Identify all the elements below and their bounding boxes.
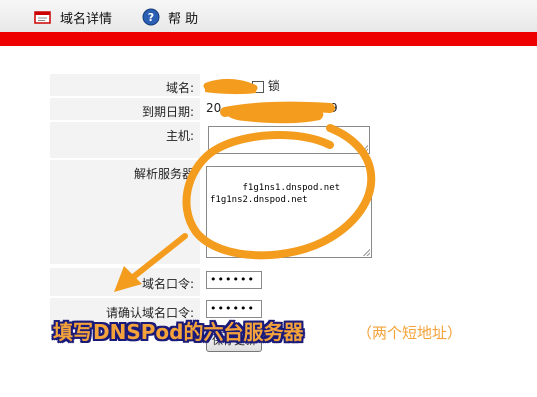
- domain-details-label: 域名详情: [60, 11, 113, 27]
- expire-label: 到期日期:: [50, 98, 200, 120]
- help-label: 帮 助: [168, 11, 199, 27]
- domain-details-icon: [34, 11, 51, 24]
- domain-label: 域名:: [50, 74, 200, 96]
- row-password: 域名口令: ••••••: [50, 268, 400, 296]
- dns-resize-grip[interactable]: [363, 249, 370, 256]
- host-label: 主机:: [50, 122, 200, 158]
- lock-checkbox[interactable]: [252, 80, 264, 93]
- host-resize-grip[interactable]: [361, 145, 368, 152]
- dns-servers-textarea[interactable]: f1g1ns1.dnspod.net f1g1ns2.dnspod.net: [206, 166, 372, 258]
- row-dns: 解析服务器 f1g1ns1.dnspod.net f1g1ns2.dnspod.…: [50, 160, 400, 264]
- annotation-main-text: 填写DNSPod的六台服务器: [53, 320, 304, 344]
- dns-servers-value: f1g1ns1.dnspod.net f1g1ns2.dnspod.net: [210, 183, 341, 205]
- password-label: 域名口令:: [50, 268, 200, 296]
- top-toolbar: 域名详情 ? 帮 助: [0, 0, 537, 33]
- red-banner-bar: [0, 32, 537, 46]
- expire-value-start: 20: [206, 101, 222, 115]
- expire-value-end: 9: [330, 101, 338, 115]
- lock-option[interactable]: 锁: [250, 77, 280, 94]
- row-domain: 域名: 锁: [50, 74, 400, 96]
- help-button[interactable]: ? 帮 助: [142, 7, 198, 27]
- password-input[interactable]: ••••••: [206, 271, 262, 289]
- row-expire: 到期日期: 20 9: [50, 98, 400, 120]
- dns-label: 解析服务器: [50, 160, 200, 264]
- host-textarea[interactable]: [208, 126, 370, 154]
- svg-text:?: ?: [148, 11, 154, 24]
- lock-label: 锁: [267, 79, 280, 93]
- domain-details-button[interactable]: 域名详情: [34, 7, 112, 27]
- help-icon: ?: [142, 8, 160, 26]
- row-host: 主机:: [50, 122, 400, 158]
- annotation-sub-text: （两个短地址）: [357, 324, 463, 342]
